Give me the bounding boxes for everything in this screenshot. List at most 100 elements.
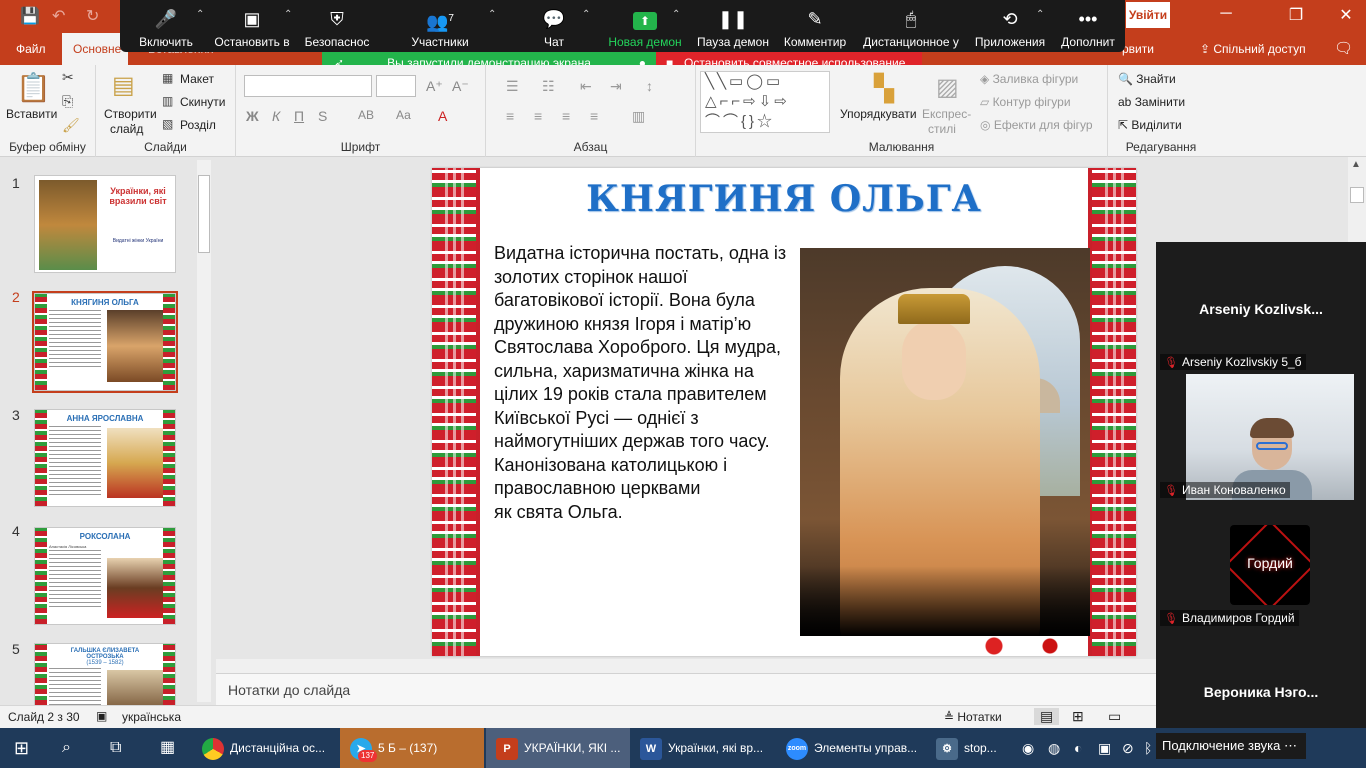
taskbar-zoom-stop[interactable]: ⚙ stop... (936, 728, 997, 768)
participant-avatar[interactable]: Гордий (1230, 525, 1310, 605)
taskbar-powerpoint[interactable]: P УКРАЇНКИ, ЯКІ ... (486, 728, 630, 768)
chevron-up-icon[interactable]: ⌃ (196, 9, 204, 20)
horizontal-scrollbar[interactable] (216, 659, 1156, 673)
arrange-button[interactable]: Упорядкувати (840, 107, 917, 121)
replace-button[interactable]: ab Замінити (1118, 95, 1185, 109)
slide-thumbnail-3[interactable]: АННА ЯРОСЛАВНА (34, 409, 176, 507)
slide-thumbnail-4[interactable]: РОКСОЛАНА Анастасія Лісовська (34, 527, 176, 625)
slide-title[interactable]: КНЯГИНЯ ОЛЬГА (492, 178, 1076, 220)
layout-button[interactable]: Макет (180, 72, 214, 86)
copy-icon[interactable]: ⎘ (62, 93, 73, 110)
chat-button[interactable]: 💬 Чат ⌃ (526, 0, 591, 52)
select-button[interactable]: ⇱ Виділити (1118, 118, 1182, 132)
undo-icon[interactable]: ↶ (52, 6, 65, 26)
new-slide-icon[interactable]: ▤ (112, 71, 135, 100)
font-size-select[interactable] (376, 75, 416, 97)
align-center-icon[interactable]: ≡ (534, 108, 542, 124)
language-indicator[interactable]: українська (122, 710, 181, 724)
arrange-icon[interactable]: ▚ (874, 73, 894, 104)
save-icon[interactable]: 💾 (20, 6, 40, 26)
chevron-up-icon[interactable]: ⌃ (1036, 9, 1044, 20)
columns-icon[interactable]: ▥ (632, 108, 645, 125)
unmute-button[interactable]: 🎤 Включить ⌃ (128, 0, 204, 52)
chevron-up-icon[interactable]: ⌃ (284, 9, 292, 20)
indent-icon[interactable]: ⇤ (580, 78, 592, 95)
reading-view-icon[interactable]: ▭ (1108, 708, 1121, 725)
audio-connect-notification[interactable]: Подключение звука ⋯ (1156, 733, 1306, 759)
shrink-font-icon[interactable]: A⁻ (452, 78, 469, 95)
chevron-up-icon[interactable]: ⌃ (488, 9, 496, 20)
tray-network-icon[interactable]: ⊘ (1122, 728, 1134, 768)
find-button[interactable]: 🔍 Знайти (1118, 72, 1176, 86)
font-color-icon[interactable]: A (438, 108, 447, 124)
notes-toggle-button[interactable]: ≜ Нотатки (944, 710, 1002, 724)
redo-icon[interactable]: ↻ (86, 6, 99, 26)
slide-thumbnail-5[interactable]: ГАЛЬШКА ЄЛИЗАВЕТА ОСТРОЗЬКА (1539 – 1582… (34, 643, 176, 706)
italic-button[interactable]: К (272, 108, 280, 124)
more-button[interactable]: ••• Дополнит (1056, 0, 1120, 52)
format-painter-icon[interactable]: 🖌 (62, 117, 80, 134)
reset-button[interactable]: Скинути (180, 95, 225, 109)
minimize-icon[interactable]: ─ (1206, 5, 1246, 23)
more-icon[interactable]: ⋯ (1284, 738, 1297, 753)
chevron-up-icon[interactable]: ⌃ (672, 9, 680, 20)
normal-view-icon[interactable]: ▤ (1034, 708, 1060, 725)
change-case-button[interactable]: Аа (396, 108, 411, 122)
share-button[interactable]: ⇪ Спільний доступ (1200, 42, 1306, 56)
shapes-gallery[interactable]: ╲╲▭◯▭ △⌐⌐⇨⇩⇨ ⌒⌒{}☆ (700, 71, 830, 133)
tab-home[interactable]: Основне (62, 33, 128, 65)
paste-icon[interactable]: 📋 (16, 71, 51, 104)
line-spacing-icon[interactable]: ↕ (646, 78, 653, 94)
princess-olga-portrait[interactable] (800, 248, 1090, 636)
tray-chrome-icon[interactable]: ◉ (1022, 728, 1034, 768)
scroll-up-icon[interactable]: ▲ (1351, 159, 1361, 170)
slide-thumbnail-1[interactable]: Українки, які вразили світ Видатні жінки… (34, 175, 176, 273)
quick-styles-button[interactable]: Експрес- (922, 107, 971, 121)
spellcheck-icon[interactable]: ▣ (96, 709, 107, 723)
taskbar-chrome[interactable]: Дистанційна ос... (202, 728, 325, 768)
pause-share-button[interactable]: ❚❚ Пауза демон (694, 0, 772, 52)
shape-effects-button[interactable]: ◎ Ефекти для фігур (980, 118, 1093, 132)
taskbar-zoom[interactable]: zoom Элементы управ... (786, 728, 917, 768)
align-right-icon[interactable]: ≡ (562, 108, 570, 124)
tab-fragment-right[interactable]: рвити (1122, 42, 1154, 56)
tray-zoom-icon[interactable]: ◐ (1074, 728, 1082, 768)
remote-control-button[interactable]: 🖱 Дистанционное у (856, 0, 966, 52)
char-spacing-button[interactable]: АВ (358, 108, 374, 122)
tray-speaker-icon[interactable]: ◍ (1048, 728, 1060, 768)
quick-styles-icon[interactable]: ▨ (936, 73, 959, 102)
bold-button[interactable]: Ж (246, 108, 259, 124)
search-icon[interactable]: ⌕ (62, 728, 71, 768)
scroll-thumb[interactable] (1350, 187, 1364, 203)
font-name-select[interactable] (244, 75, 372, 97)
new-share-button[interactable]: ⬆ Новая демон ⌃ (606, 0, 684, 52)
section-button[interactable]: Розділ (180, 118, 216, 132)
thumbnail-scroll-thumb[interactable] (198, 175, 210, 253)
slide-canvas[interactable]: КНЯГИНЯ ОЛЬГА Видатна історична постать,… (432, 168, 1136, 656)
annotate-button[interactable]: ✎ Комментир (780, 0, 850, 52)
close-icon[interactable]: ✕ (1326, 5, 1366, 25)
chevron-up-icon[interactable]: ⌃ (582, 9, 590, 20)
outdent-icon[interactable]: ⇥ (610, 78, 622, 95)
taskbar-word[interactable]: W Українки, які вр... (640, 728, 763, 768)
maximize-icon[interactable]: ❐ (1276, 5, 1316, 25)
tray-app-icon[interactable]: ▣ (1098, 728, 1111, 768)
tab-file[interactable]: Файл (16, 42, 46, 56)
taskbar-telegram[interactable]: ➤ 5 Б – (137) 137 (340, 728, 484, 768)
participants-button[interactable]: 👥7 Участники ⌃ (406, 0, 496, 52)
justify-icon[interactable]: ≡ (590, 108, 598, 124)
task-view-icon[interactable]: ⧉ (110, 728, 121, 768)
new-slide-label[interactable]: слайд (110, 122, 143, 136)
sorter-view-icon[interactable]: ⊞ (1072, 708, 1084, 725)
windows-start-icon[interactable]: ⊞ (14, 728, 29, 768)
comments-icon[interactable]: 🗨 (1334, 39, 1353, 57)
underline-button[interactable]: П (294, 108, 304, 124)
shape-outline-button[interactable]: ▱ Контур фігури (980, 95, 1071, 109)
stop-video-button[interactable]: ▣ Остановить в ⌃ (212, 0, 292, 52)
grow-font-icon[interactable]: A⁺ (426, 78, 443, 95)
cut-icon[interactable]: ✂ (62, 69, 74, 86)
apps-button[interactable]: ⟲ Приложения ⌃ (970, 0, 1050, 52)
security-button[interactable]: ⛨ Безопаснос (302, 0, 372, 52)
numbering-icon[interactable]: ☷ (542, 78, 555, 95)
align-left-icon[interactable]: ≡ (506, 108, 514, 124)
